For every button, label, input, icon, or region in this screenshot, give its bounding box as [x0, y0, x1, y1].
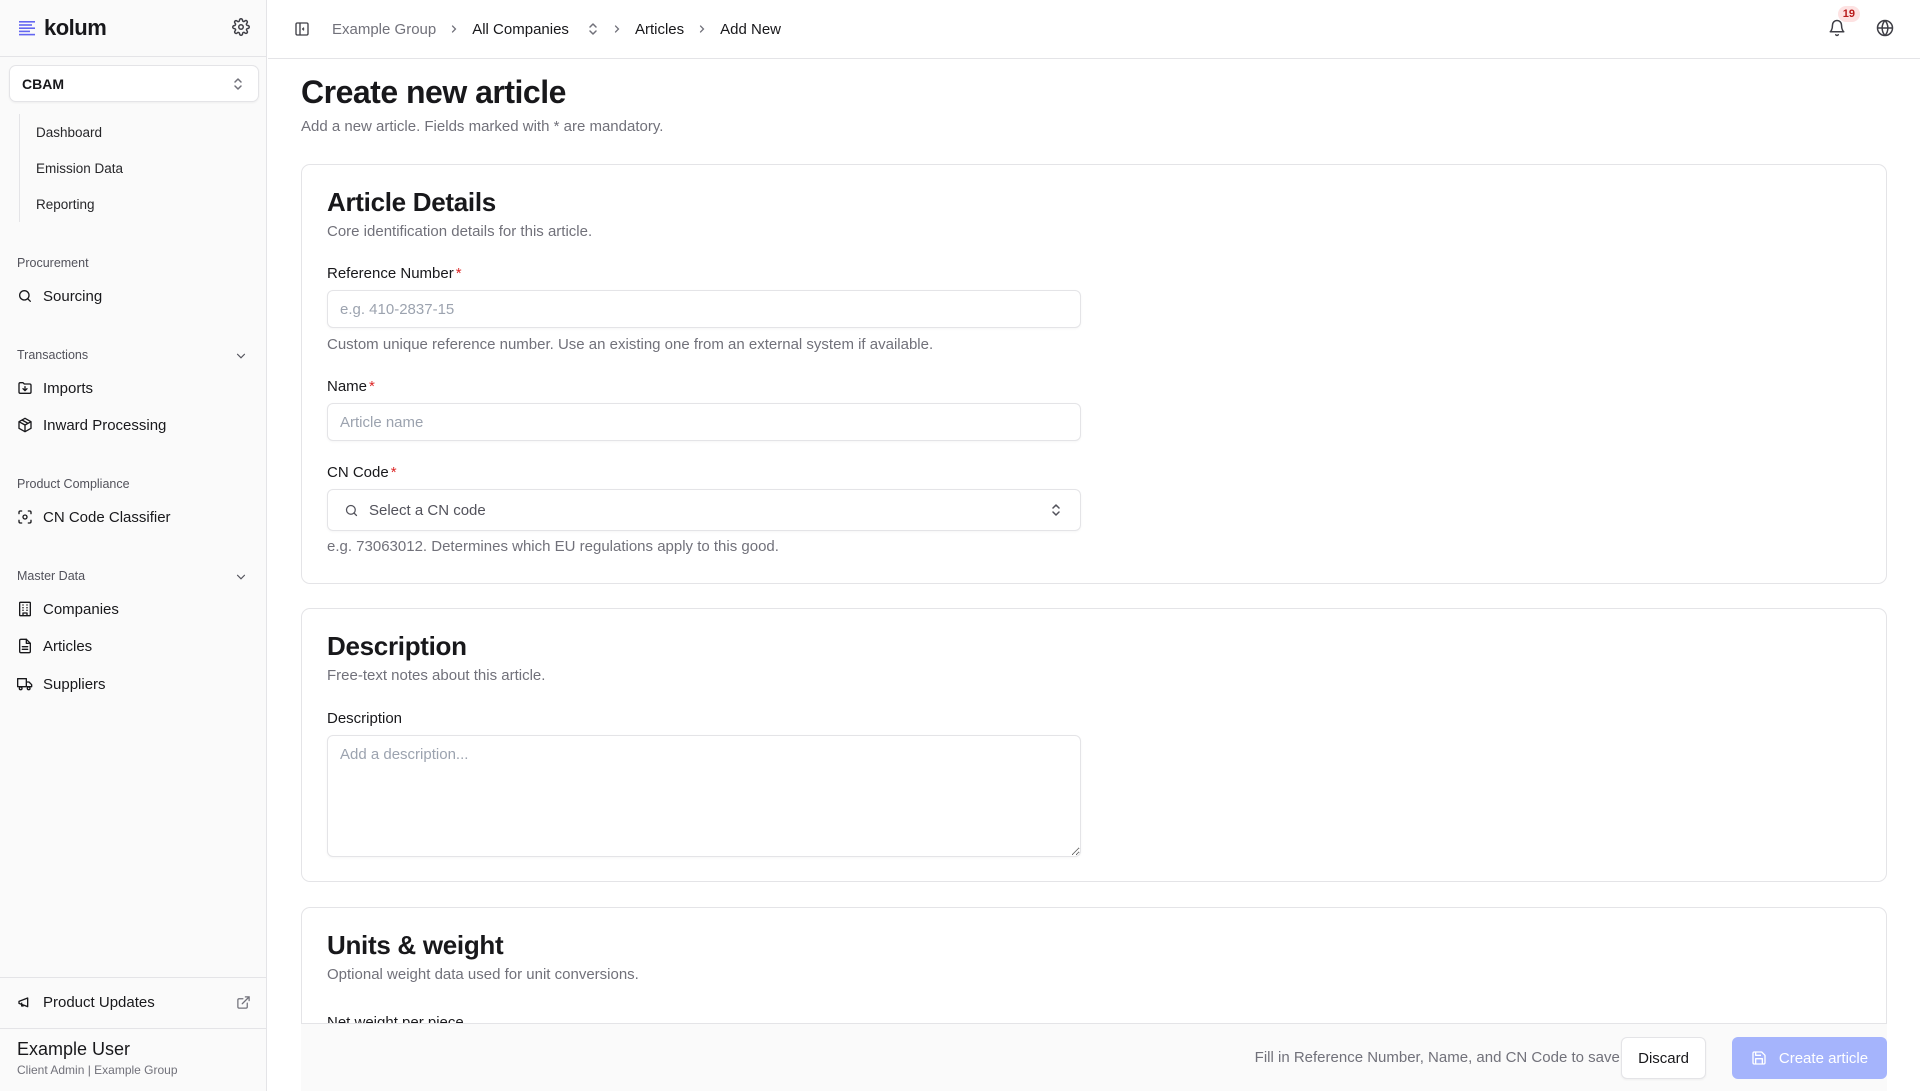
- truck-icon: [17, 676, 33, 692]
- chevron-right-icon: [448, 23, 460, 35]
- chevron-up-down-icon: [1050, 503, 1062, 517]
- reference-number-label: Reference Number *: [327, 265, 462, 282]
- chevron-down-icon[interactable]: [234, 570, 248, 584]
- group-label-procurement: Procurement: [17, 256, 89, 270]
- user-role: Client Admin | Example Group: [17, 1063, 178, 1077]
- required-marker: *: [369, 378, 375, 395]
- sidebar-item-label: Product Updates: [43, 993, 155, 1011]
- card-subtitle: Free-text notes about this article.: [327, 667, 546, 684]
- breadcrumb: Example Group All Companies Articles Add…: [294, 0, 781, 58]
- sidebar-item-label: Articles: [43, 637, 93, 655]
- user-name[interactable]: Example User: [17, 1039, 130, 1060]
- group-label-product-compliance: Product Compliance: [17, 477, 130, 491]
- sidebar-item-articles[interactable]: Articles: [17, 630, 251, 662]
- cn-code-help: e.g. 73063012. Determines which EU regul…: [327, 538, 779, 555]
- sidebar-item-label: Companies: [43, 600, 119, 618]
- breadcrumb-current: Add New: [720, 20, 781, 38]
- name-input[interactable]: [327, 403, 1081, 441]
- save-hint: Fill in Reference Number, Name, and CN C…: [1254, 1049, 1624, 1066]
- required-marker: *: [390, 464, 397, 481]
- sidebar-item-reporting[interactable]: Reporting: [20, 186, 250, 222]
- description-textarea[interactable]: [327, 735, 1081, 857]
- sidebar-item-label: Inward Processing: [43, 416, 167, 434]
- reference-number-input[interactable]: [327, 290, 1081, 328]
- sidebar-item-product-updates[interactable]: Product Updates: [17, 986, 251, 1018]
- card-title: Article Details: [327, 187, 496, 217]
- sidebar-item-cn-code-classifier[interactable]: CN Code Classifier: [17, 501, 251, 533]
- search-icon: [344, 503, 359, 518]
- gear-icon[interactable]: [232, 18, 250, 36]
- form-action-bar: Fill in Reference Number, Name, and CN C…: [301, 1023, 1887, 1091]
- file-text-icon: [17, 638, 33, 654]
- required-marker: *: [455, 265, 462, 282]
- card-subtitle: Optional weight data used for unit conve…: [327, 966, 639, 983]
- sidebar-item-dashboard[interactable]: Dashboard: [20, 114, 250, 150]
- sidebar-toggle-icon[interactable]: [294, 21, 310, 37]
- page-subtitle: Add a new article. Fields marked with * …: [301, 118, 664, 135]
- sidebar-item-label: CN Code Classifier: [43, 508, 171, 526]
- scan-icon: [17, 509, 33, 525]
- sidebar: kolum CBAM Dashboard Emission Data Repor…: [0, 0, 267, 1091]
- cn-code-label: CN Code *: [327, 464, 397, 481]
- reference-number-help: Custom unique reference number. Use an e…: [327, 336, 934, 353]
- description-card: Description Free-text notes about this a…: [301, 608, 1887, 882]
- cn-code-select[interactable]: Select a CN code: [327, 489, 1081, 531]
- sidebar-item-label: Suppliers: [43, 675, 106, 693]
- group-label-transactions: Transactions: [17, 348, 89, 362]
- group-label-master-data: Master Data: [17, 569, 86, 583]
- chevron-up-down-icon: [232, 77, 244, 91]
- name-label: Name *: [327, 378, 375, 395]
- chevron-right-icon: [696, 23, 708, 35]
- sidebar-item-suppliers[interactable]: Suppliers: [17, 668, 251, 700]
- sidebar-item-inward-processing[interactable]: Inward Processing: [17, 409, 251, 441]
- sidebar-item-label: Imports: [43, 379, 94, 397]
- notification-badge: 19: [1837, 6, 1860, 22]
- external-link-icon: [236, 995, 251, 1010]
- chevron-down-icon[interactable]: [234, 349, 248, 363]
- breadcrumb-articles[interactable]: Articles: [635, 21, 684, 38]
- card-subtitle: Core identification details for this art…: [327, 223, 593, 240]
- sidebar-item-emission-data[interactable]: Emission Data: [20, 150, 250, 186]
- top-bar: Example Group All Companies Articles Add…: [268, 0, 1920, 59]
- sidebar-item-label: Sourcing: [43, 287, 103, 305]
- megaphone-icon: [17, 994, 33, 1010]
- sidebar-item-companies[interactable]: Companies: [17, 593, 251, 625]
- app-name: kolum: [44, 15, 107, 40]
- workspace-select[interactable]: CBAM: [9, 65, 259, 102]
- sidebar-header: kolum: [0, 0, 267, 57]
- divider: [0, 977, 267, 978]
- sidebar-item-imports[interactable]: Imports: [17, 372, 251, 404]
- chevron-right-icon: [611, 23, 623, 35]
- cbam-subnav: Dashboard Emission Data Reporting: [19, 114, 250, 222]
- globe-icon[interactable]: [1876, 19, 1894, 37]
- cn-code-placeholder: Select a CN code: [369, 501, 486, 519]
- breadcrumb-group[interactable]: Example Group: [332, 21, 436, 38]
- create-article-label: Create article: [1778, 1049, 1869, 1067]
- breadcrumb-company-select[interactable]: All Companies: [472, 21, 569, 38]
- create-article-button[interactable]: Create article: [1732, 1037, 1887, 1079]
- package-icon: [17, 417, 33, 433]
- card-title: Description: [327, 631, 467, 661]
- article-details-card: Article Details Core identification deta…: [301, 164, 1887, 584]
- save-icon: [1751, 1050, 1767, 1066]
- workspace-label: CBAM: [22, 75, 64, 92]
- folder-import-icon: [17, 380, 33, 396]
- page-title: Create new article: [301, 74, 566, 110]
- sidebar-item-sourcing[interactable]: Sourcing: [17, 280, 251, 312]
- discard-button[interactable]: Discard: [1621, 1037, 1706, 1079]
- kolum-logo-icon: [18, 19, 36, 37]
- description-label: Description: [327, 710, 403, 727]
- chevron-up-down-icon[interactable]: [587, 22, 599, 36]
- search-icon: [17, 288, 33, 304]
- building-icon: [17, 601, 33, 617]
- divider: [0, 1028, 267, 1029]
- logo[interactable]: kolum: [18, 15, 107, 41]
- card-title: Units & weight: [327, 930, 504, 960]
